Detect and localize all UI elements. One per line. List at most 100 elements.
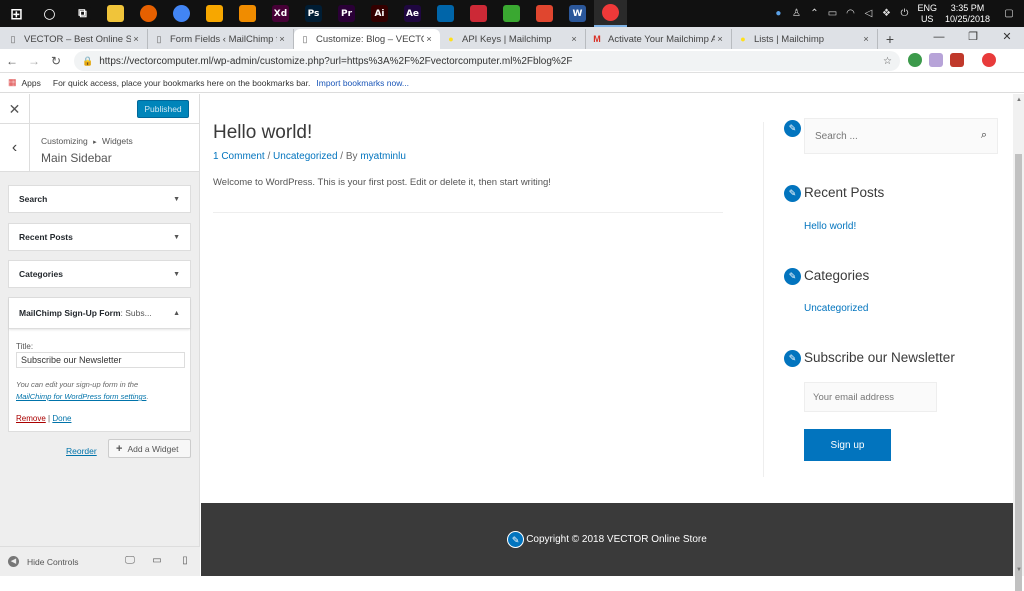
taskbar-app[interactable]: Ps [297, 0, 330, 27]
scroll-up-icon[interactable]: ▲ [1016, 97, 1022, 103]
tab-title: Lists | Mailchimp [754, 33, 825, 45]
browser-tab[interactable]: ▯ VECTOR – Best Online Store in× [2, 29, 148, 49]
close-tab-icon[interactable]: × [131, 34, 141, 45]
collapse-arrow-icon[interactable]: ▲ [173, 310, 180, 317]
reorder-link[interactable]: Reorder [66, 446, 97, 456]
browser-tab[interactable]: ▯ Customize: Blog – VECTOR × [294, 29, 440, 49]
form-settings-link[interactable]: MailChimp for WordPress form settings [16, 392, 146, 401]
extension-purple-icon[interactable] [929, 53, 943, 67]
expand-arrow-icon[interactable]: ▼ [173, 234, 180, 241]
notifications-icon[interactable]: ▢ [1000, 8, 1018, 19]
lock-icon[interactable]: 🔒 [82, 56, 93, 67]
widget-search[interactable]: Search ▼ [8, 185, 191, 213]
taskbar-app[interactable] [99, 0, 132, 27]
category-link[interactable]: Uncategorized [273, 151, 337, 162]
bookmark-star-icon[interactable]: ☆ [883, 56, 892, 67]
close-tab-icon[interactable]: × [861, 34, 871, 45]
import-bookmarks-link[interactable]: Import bookmarks now... [316, 78, 409, 88]
restore-icon[interactable]: ❐ [956, 27, 990, 47]
taskbar-app[interactable]: ⊞ [0, 0, 33, 27]
edit-shortcut-icon[interactable]: ✎ [784, 120, 801, 137]
back-chevron-icon[interactable]: ‹ [0, 124, 30, 172]
edit-shortcut-icon[interactable]: ✎ [507, 531, 525, 548]
back-icon[interactable]: ← [2, 54, 22, 68]
taskbar-app[interactable] [231, 0, 264, 27]
apps-shortcut[interactable]: ▦ Apps [8, 77, 41, 88]
taskbar-app[interactable] [462, 0, 495, 27]
close-tab-icon[interactable]: × [569, 34, 579, 45]
wifi-icon[interactable]: ◠ [841, 8, 859, 19]
published-button[interactable]: Published [137, 100, 189, 118]
mobile-preview-icon[interactable]: ▯ [178, 555, 192, 567]
battery-icon[interactable]: ▭ [823, 8, 841, 19]
mailchimp-widget-header[interactable]: MailChimp Sign-Up Form: Subs... ▲ [9, 298, 190, 329]
expand-arrow-icon[interactable]: ▼ [173, 196, 180, 203]
close-tab-icon[interactable]: × [424, 34, 434, 45]
breadcrumb: Customizing ▸ Widgets [41, 136, 133, 146]
category-link[interactable]: Uncategorized [804, 303, 868, 314]
author-link[interactable]: myatminlu [360, 151, 406, 162]
scroll-thumb[interactable] [1015, 154, 1022, 591]
expand-arrow-icon[interactable]: ▼ [173, 271, 180, 278]
tablet-preview-icon[interactable]: ▭ [150, 555, 164, 567]
close-customizer-icon[interactable]: ✕ [0, 94, 30, 124]
taskbar-app[interactable]: ⧉ [66, 0, 99, 27]
taskbar-app[interactable] [165, 0, 198, 27]
recent-post-link[interactable]: Hello world! [804, 221, 856, 232]
add-widget-button[interactable]: + Add a Widget [108, 439, 191, 458]
new-tab-button[interactable]: + [878, 31, 902, 47]
people-icon[interactable]: ♙ [787, 8, 805, 19]
preview-scrollbar[interactable]: ▲ ▼ [1013, 94, 1024, 591]
widget-categories[interactable]: Categories ▼ [8, 260, 191, 288]
remove-link[interactable]: Remove [16, 414, 46, 423]
volume-icon[interactable]: ◁ [859, 8, 877, 19]
desktop-preview-icon[interactable]: 🖵 [123, 555, 137, 567]
taskbar-app[interactable] [429, 0, 462, 27]
power-icon[interactable]: ⏻ [895, 8, 913, 19]
widget-recent-posts[interactable]: Recent Posts ▼ [8, 223, 191, 251]
title-field[interactable] [16, 352, 185, 368]
taskbar-app[interactable] [528, 0, 561, 27]
taskbar-app[interactable] [198, 0, 231, 27]
signup-button[interactable]: Sign up [804, 429, 891, 461]
clock[interactable]: 3:35 PM 10/25/2018 [945, 3, 990, 25]
browser-tab[interactable]: ▯ Form Fields ‹ MailChimp for × [148, 29, 294, 49]
language-indicator[interactable]: ENG US [917, 3, 937, 25]
edit-shortcut-icon[interactable]: ✎ [784, 350, 801, 367]
address-bar[interactable]: 🔒 https://vectorcomputer.ml/wp-admin/cus… [74, 51, 900, 71]
taskbar-app[interactable]: W [561, 0, 594, 27]
taskbar-app[interactable] [594, 0, 627, 27]
hide-controls-button[interactable]: ◀ Hide Controls [8, 556, 79, 567]
browser-tab[interactable]: ● Lists | Mailchimp × [732, 29, 878, 49]
close-window-icon[interactable]: ✕ [990, 27, 1024, 47]
post-title[interactable]: Hello world! [213, 122, 312, 144]
edit-shortcut-icon[interactable]: ✎ [784, 268, 801, 285]
help-icon[interactable]: ● [769, 8, 787, 19]
pdf-extension-icon[interactable] [950, 53, 964, 67]
vivaldi-extension-icon[interactable] [982, 53, 996, 67]
search-input[interactable]: Search ... ⌕ [804, 118, 998, 154]
edit-shortcut-icon[interactable]: ✎ [784, 185, 801, 202]
close-tab-icon[interactable]: × [715, 34, 725, 45]
email-input[interactable]: Your email address [804, 382, 937, 412]
comments-link[interactable]: 1 Comment [213, 151, 265, 162]
taskbar-app[interactable]: Xd [264, 0, 297, 27]
taskbar-app[interactable]: ○ [33, 0, 66, 27]
close-tab-icon[interactable]: × [277, 34, 287, 45]
chevron-up-icon[interactable]: ⌃ [805, 8, 823, 19]
taskbar-app[interactable]: Pr [330, 0, 363, 27]
taskbar-app[interactable] [495, 0, 528, 27]
dropbox-icon[interactable]: ❖ [877, 8, 895, 19]
done-link[interactable]: Done [52, 414, 71, 423]
extension-green-icon[interactable] [908, 53, 922, 67]
taskbar-app[interactable] [132, 0, 165, 27]
taskbar-app[interactable]: Ae [396, 0, 429, 27]
minimize-icon[interactable]: — [922, 27, 956, 47]
reload-icon[interactable]: ↻ [46, 54, 66, 68]
browser-tab[interactable]: M Activate Your Mailchimp Acc × [586, 29, 732, 49]
browser-tab[interactable]: ● API Keys | Mailchimp × [440, 29, 586, 49]
scroll-down-icon[interactable]: ▼ [1016, 567, 1022, 573]
search-icon[interactable]: ⌕ [981, 129, 987, 142]
taskbar-app[interactable]: Ai [363, 0, 396, 27]
forward-icon[interactable]: → [24, 54, 44, 68]
